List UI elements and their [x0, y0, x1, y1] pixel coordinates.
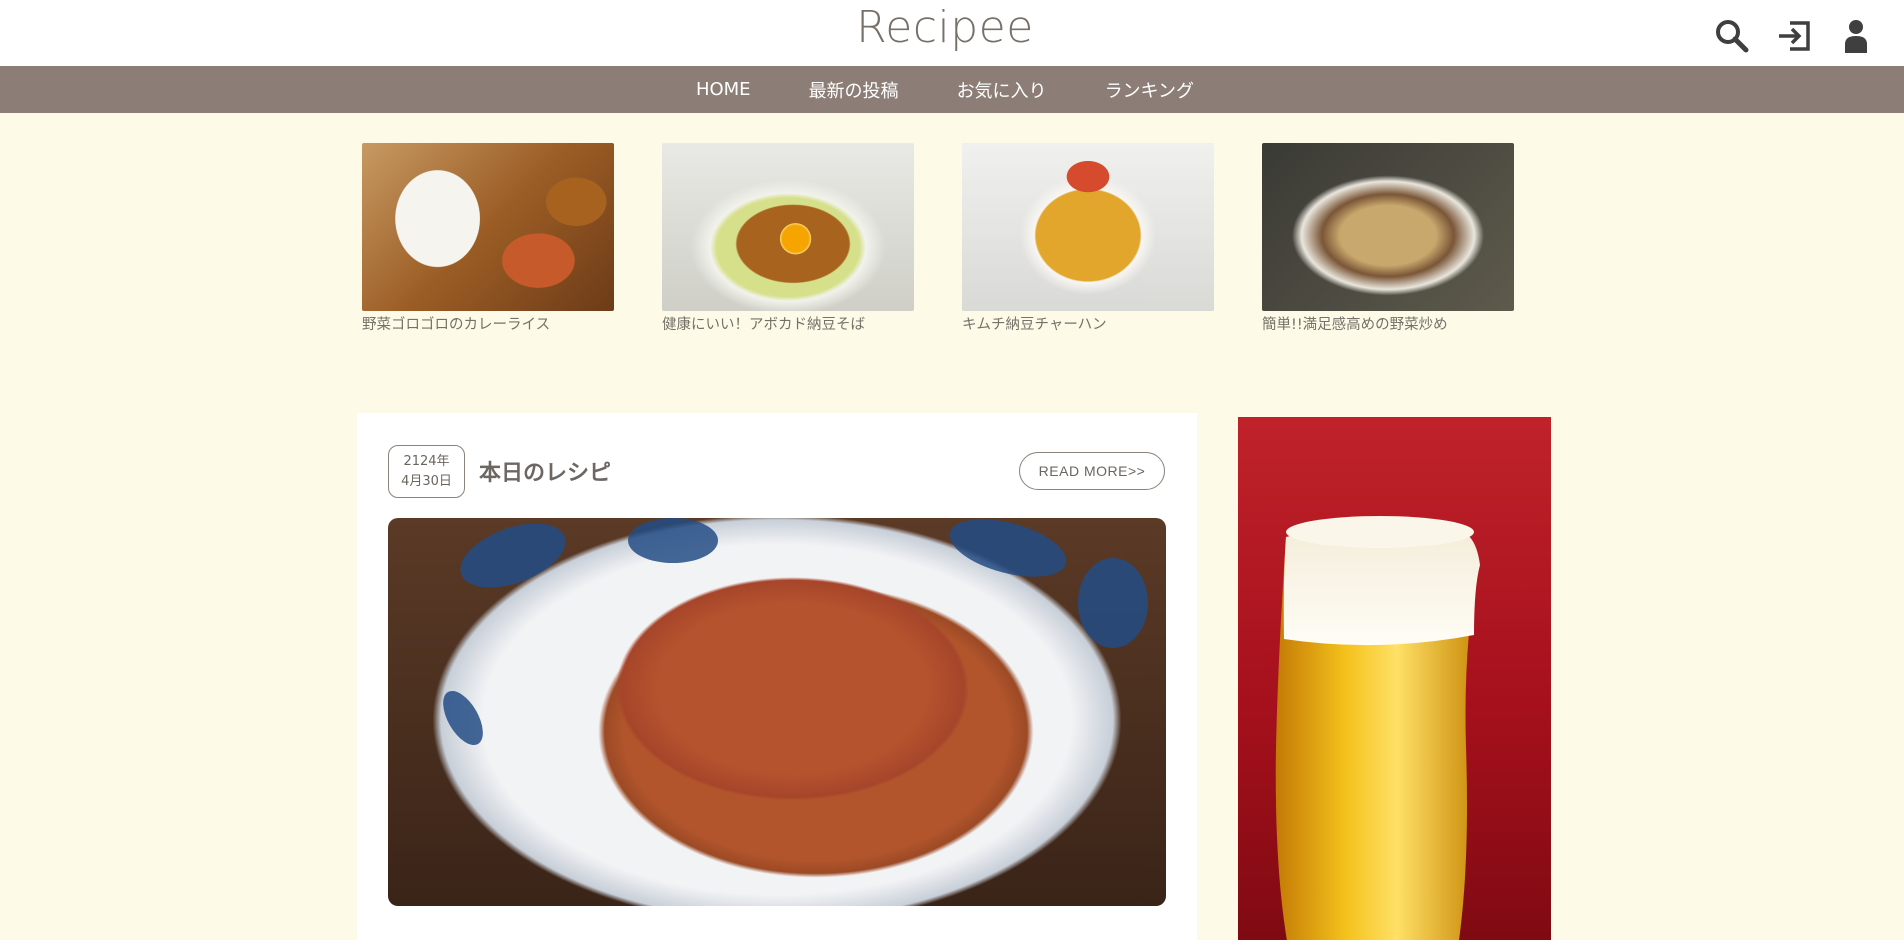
featured-recipe-card[interactable]: 簡単!!満足感高めの野菜炒め: [1262, 143, 1514, 334]
recipe-caption[interactable]: キムチ納豆チャーハン: [962, 313, 1214, 334]
header-icons: [1712, 16, 1876, 56]
recipe-image-avocado-natto-soba[interactable]: [662, 143, 914, 311]
todays-recipe-card: 2124年 4月30日 本日のレシピ READ MORE>>: [357, 413, 1197, 940]
site-logo[interactable]: Recipee: [0, 2, 1890, 53]
login-icon[interactable]: [1774, 16, 1814, 56]
date-year: 2124年: [403, 453, 450, 469]
recipe-caption[interactable]: 野菜ゴロゴロのカレーライス: [362, 313, 614, 334]
featured-recipe-card[interactable]: 健康にいい！アボカド納豆そば: [662, 143, 914, 334]
beer-glass-image: [1275, 516, 1480, 940]
recipe-image-curry[interactable]: [362, 143, 614, 311]
featured-recipes: 野菜ゴロゴロのカレーライス 健康にいい！アボカド納豆そば キムチ納豆チャーハン …: [362, 143, 1514, 334]
nav-favorites[interactable]: お気に入り: [957, 77, 1047, 103]
user-icon[interactable]: [1836, 16, 1876, 56]
nav-ranking[interactable]: ランキング: [1105, 77, 1194, 103]
advertisement-banner[interactable]: [1238, 417, 1551, 940]
main-nav: HOME 最新の投稿 お気に入り ランキング: [0, 66, 1904, 113]
recipe-image-stir-fry[interactable]: [1262, 143, 1514, 311]
read-more-button[interactable]: READ MORE>>: [1019, 452, 1165, 490]
todays-recipe-image[interactable]: [388, 518, 1166, 906]
recipe-image-kimchi-fried-rice[interactable]: [962, 143, 1214, 311]
search-icon[interactable]: [1712, 16, 1752, 56]
date-day: 4月30日: [401, 473, 452, 489]
nav-latest-posts[interactable]: 最新の投稿: [809, 77, 899, 103]
nav-home[interactable]: HOME: [696, 79, 751, 100]
header: Recipee: [0, 0, 1904, 66]
featured-recipe-card[interactable]: 野菜ゴロゴロのカレーライス: [362, 143, 614, 334]
featured-recipe-card[interactable]: キムチ納豆チャーハン: [962, 143, 1214, 334]
date-badge: 2124年 4月30日: [388, 445, 465, 498]
recipe-caption[interactable]: 簡単!!満足感高めの野菜炒め: [1262, 313, 1514, 334]
recipe-caption[interactable]: 健康にいい！アボカド納豆そば: [662, 313, 914, 334]
section-title: 本日のレシピ: [479, 461, 612, 486]
